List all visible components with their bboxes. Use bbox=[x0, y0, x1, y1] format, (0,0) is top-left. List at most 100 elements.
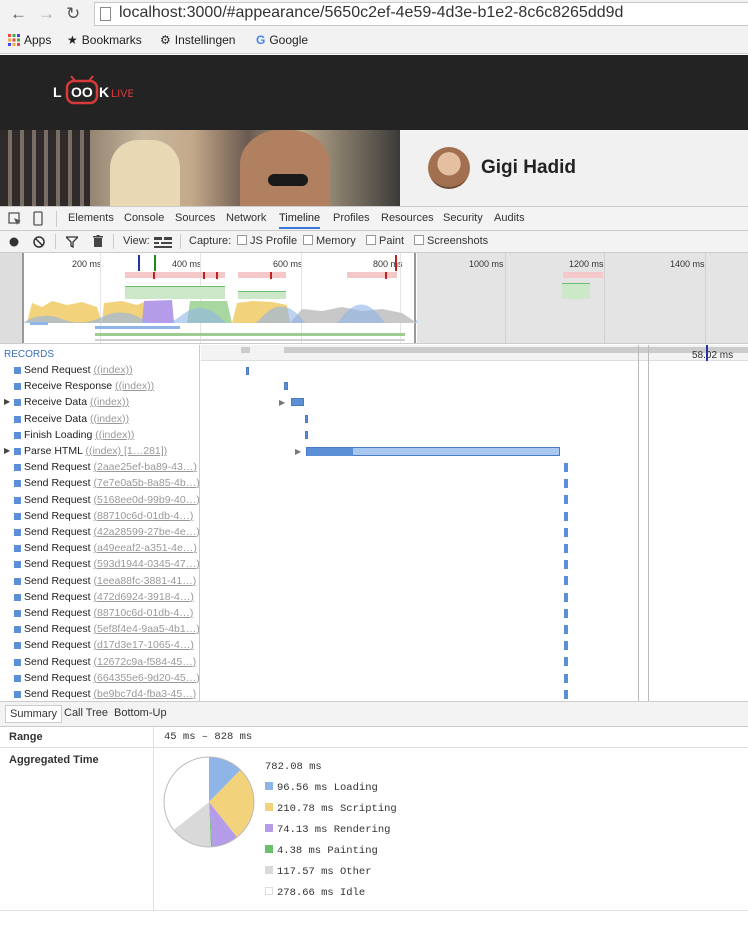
flame-bar[interactable] bbox=[246, 367, 249, 375]
looklive-logo[interactable]: L OO K LIVE bbox=[53, 75, 133, 105]
tab-summary[interactable]: Summary bbox=[5, 705, 63, 723]
record-source-link[interactable]: ((index)) bbox=[93, 364, 132, 376]
js-profile-checkbox[interactable]: JS Profile bbox=[237, 235, 297, 247]
record-row[interactable]: Send Request (472d6924-3918-4…) bbox=[0, 590, 199, 606]
record-source-link[interactable]: (7e7e0a5b-8a85-4b…) bbox=[93, 477, 199, 489]
record-row[interactable]: Send Request (42a28599-27be-4e…) bbox=[0, 525, 199, 541]
tab-console[interactable]: Console bbox=[124, 212, 164, 224]
flame-bar[interactable] bbox=[564, 576, 568, 586]
flame-bar[interactable] bbox=[564, 689, 568, 699]
tab-sources[interactable]: Sources bbox=[175, 212, 215, 224]
expand-arrow-icon[interactable]: ▶ bbox=[279, 398, 285, 407]
record-row[interactable]: Send Request (88710c6d-01db-4…) bbox=[0, 606, 199, 622]
flame-bar[interactable] bbox=[291, 398, 304, 406]
flame-bar[interactable] bbox=[564, 495, 568, 505]
record-source-link[interactable]: (664355e6-9d20-45…) bbox=[93, 672, 199, 684]
record-source-link[interactable]: (5168ee0d-99b9-40…) bbox=[93, 494, 199, 506]
flame-bar[interactable] bbox=[564, 592, 568, 602]
tab-elements[interactable]: Elements bbox=[68, 212, 114, 224]
flame-bar[interactable] bbox=[305, 415, 308, 423]
flame-bar[interactable] bbox=[564, 544, 568, 553]
record-row[interactable]: Send Request (5ef8f4e4-9aa5-4b1…) bbox=[0, 622, 199, 638]
reload-icon[interactable]: ↻ bbox=[66, 4, 80, 24]
tab-network[interactable]: Network bbox=[226, 212, 266, 224]
record-icon[interactable] bbox=[9, 237, 19, 247]
paint-checkbox[interactable]: Paint bbox=[366, 235, 404, 247]
memory-checkbox[interactable]: Memory bbox=[303, 235, 356, 247]
record-row[interactable]: Send Request (d17d3e17-1065-4…) bbox=[0, 638, 199, 654]
record-source-link[interactable]: ((index)) bbox=[95, 429, 134, 441]
record-source-link[interactable]: (5ef8f4e4-9aa5-4b1…) bbox=[93, 623, 199, 635]
tab-bottom-up[interactable]: Bottom-Up bbox=[114, 707, 167, 719]
avatar[interactable] bbox=[428, 147, 470, 189]
record-source-link[interactable]: ((index)) bbox=[90, 396, 129, 408]
record-row[interactable]: Receive Data ((index)) bbox=[0, 412, 199, 428]
flame-bar[interactable] bbox=[564, 641, 568, 651]
flame-bar[interactable] bbox=[564, 463, 568, 472]
record-source-link[interactable]: (472d6924-3918-4…) bbox=[93, 591, 193, 603]
record-source-link[interactable]: ((index)) bbox=[115, 380, 154, 392]
record-row[interactable]: Send Request (88710c6d-01db-4…) bbox=[0, 509, 199, 525]
tab-audits[interactable]: Audits bbox=[494, 212, 525, 224]
record-row[interactable]: Send Request ((index)) bbox=[0, 363, 199, 379]
record-source-link[interactable]: (2aae25ef-ba89-43…) bbox=[93, 461, 196, 473]
forward-arrow-icon[interactable]: → bbox=[38, 4, 55, 24]
clear-icon[interactable] bbox=[33, 236, 45, 248]
flame-bar[interactable] bbox=[564, 608, 568, 618]
flame-area[interactable]: 58.02 ms ▶ ▶ bbox=[201, 345, 748, 701]
record-row[interactable]: Send Request (5168ee0d-99b9-40…) bbox=[0, 493, 199, 509]
tab-call-tree[interactable]: Call Tree bbox=[64, 707, 108, 719]
flame-bar[interactable] bbox=[564, 527, 568, 537]
timeline-overview[interactable]: 200 ms 400 ms 600 ms 800 ms 1000 ms 1200… bbox=[0, 253, 748, 344]
record-source-link[interactable]: ((index) [1…281]) bbox=[85, 445, 167, 457]
record-row[interactable]: Send Request (a49eeaf2-a351-4e…) bbox=[0, 541, 199, 557]
expand-arrow-icon[interactable]: ▶ bbox=[295, 447, 301, 456]
tab-security[interactable]: Security bbox=[443, 212, 483, 224]
tab-timeline[interactable]: Timeline bbox=[279, 212, 321, 229]
flame-bar[interactable] bbox=[564, 673, 568, 683]
record-row[interactable]: Finish Loading ((index)) bbox=[0, 428, 199, 444]
record-row[interactable]: Send Request (593d1944-0345-47…) bbox=[0, 557, 199, 573]
screenshots-checkbox[interactable]: Screenshots bbox=[414, 235, 488, 247]
record-source-link[interactable]: ((index)) bbox=[90, 413, 129, 425]
record-source-link[interactable]: (be9bc7d4-fba3-45…) bbox=[93, 688, 196, 700]
inspect-element-icon[interactable] bbox=[8, 212, 22, 226]
bookmark-bookmarks[interactable]: ★ Bookmarks bbox=[67, 33, 142, 47]
record-source-link[interactable]: (88710c6d-01db-4…) bbox=[93, 607, 193, 619]
flame-bar[interactable] bbox=[564, 657, 568, 667]
flame-bar[interactable] bbox=[564, 625, 568, 634]
record-source-link[interactable]: (42a28599-27be-4e…) bbox=[93, 526, 199, 538]
record-row[interactable]: ▶ Parse HTML ((index) [1…281]) bbox=[0, 444, 199, 460]
record-row[interactable]: Receive Response ((index)) bbox=[0, 379, 199, 395]
filter-icon[interactable] bbox=[66, 236, 78, 248]
back-arrow-icon[interactable]: ← bbox=[10, 4, 27, 24]
flame-bar[interactable] bbox=[564, 479, 568, 489]
flamechart-view-icon[interactable] bbox=[154, 237, 172, 248]
record-source-link[interactable]: (12672c9a-f584-45…) bbox=[93, 656, 196, 668]
bookmark-apps[interactable]: Apps bbox=[8, 33, 51, 47]
expand-arrow-icon[interactable]: ▶ bbox=[4, 397, 10, 406]
record-row[interactable]: Send Request (12672c9a-f584-45…) bbox=[0, 655, 199, 671]
record-row[interactable]: Send Request (be9bc7d4-fba3-45…) bbox=[0, 687, 199, 701]
record-source-link[interactable]: (d17d3e17-1065-4…) bbox=[93, 639, 193, 651]
trash-icon[interactable] bbox=[93, 235, 103, 248]
expand-arrow-icon[interactable]: ▶ bbox=[4, 446, 10, 455]
tab-profiles[interactable]: Profiles bbox=[333, 212, 370, 224]
record-row[interactable]: Send Request (1eea88fc-3881-41…) bbox=[0, 574, 199, 590]
flame-bar[interactable] bbox=[284, 382, 288, 390]
record-row[interactable]: Send Request (2aae25ef-ba89-43…) bbox=[0, 460, 199, 476]
record-row[interactable]: Send Request (664355e6-9d20-45…) bbox=[0, 671, 199, 687]
tab-resources[interactable]: Resources bbox=[381, 212, 434, 224]
url-input[interactable]: localhost:3000/#appearance/5650c2ef-4e59… bbox=[94, 2, 748, 26]
record-source-link[interactable]: (593d1944-0345-47…) bbox=[93, 558, 199, 570]
bookmark-google[interactable]: G Google bbox=[256, 33, 308, 47]
bookmark-instellingen[interactable]: ⚙ Instellingen bbox=[160, 33, 235, 47]
record-row[interactable]: Send Request (7e7e0a5b-8a85-4b…) bbox=[0, 476, 199, 492]
device-mode-icon[interactable] bbox=[33, 211, 43, 226]
record-row[interactable]: ▶ Receive Data ((index)) bbox=[0, 395, 199, 411]
flame-bar[interactable] bbox=[305, 431, 308, 439]
flame-bar[interactable] bbox=[564, 511, 568, 521]
record-source-link[interactable]: (a49eeaf2-a351-4e…) bbox=[93, 542, 196, 554]
record-source-link[interactable]: (1eea88fc-3881-41…) bbox=[93, 575, 196, 587]
flame-bar[interactable] bbox=[564, 560, 568, 570]
